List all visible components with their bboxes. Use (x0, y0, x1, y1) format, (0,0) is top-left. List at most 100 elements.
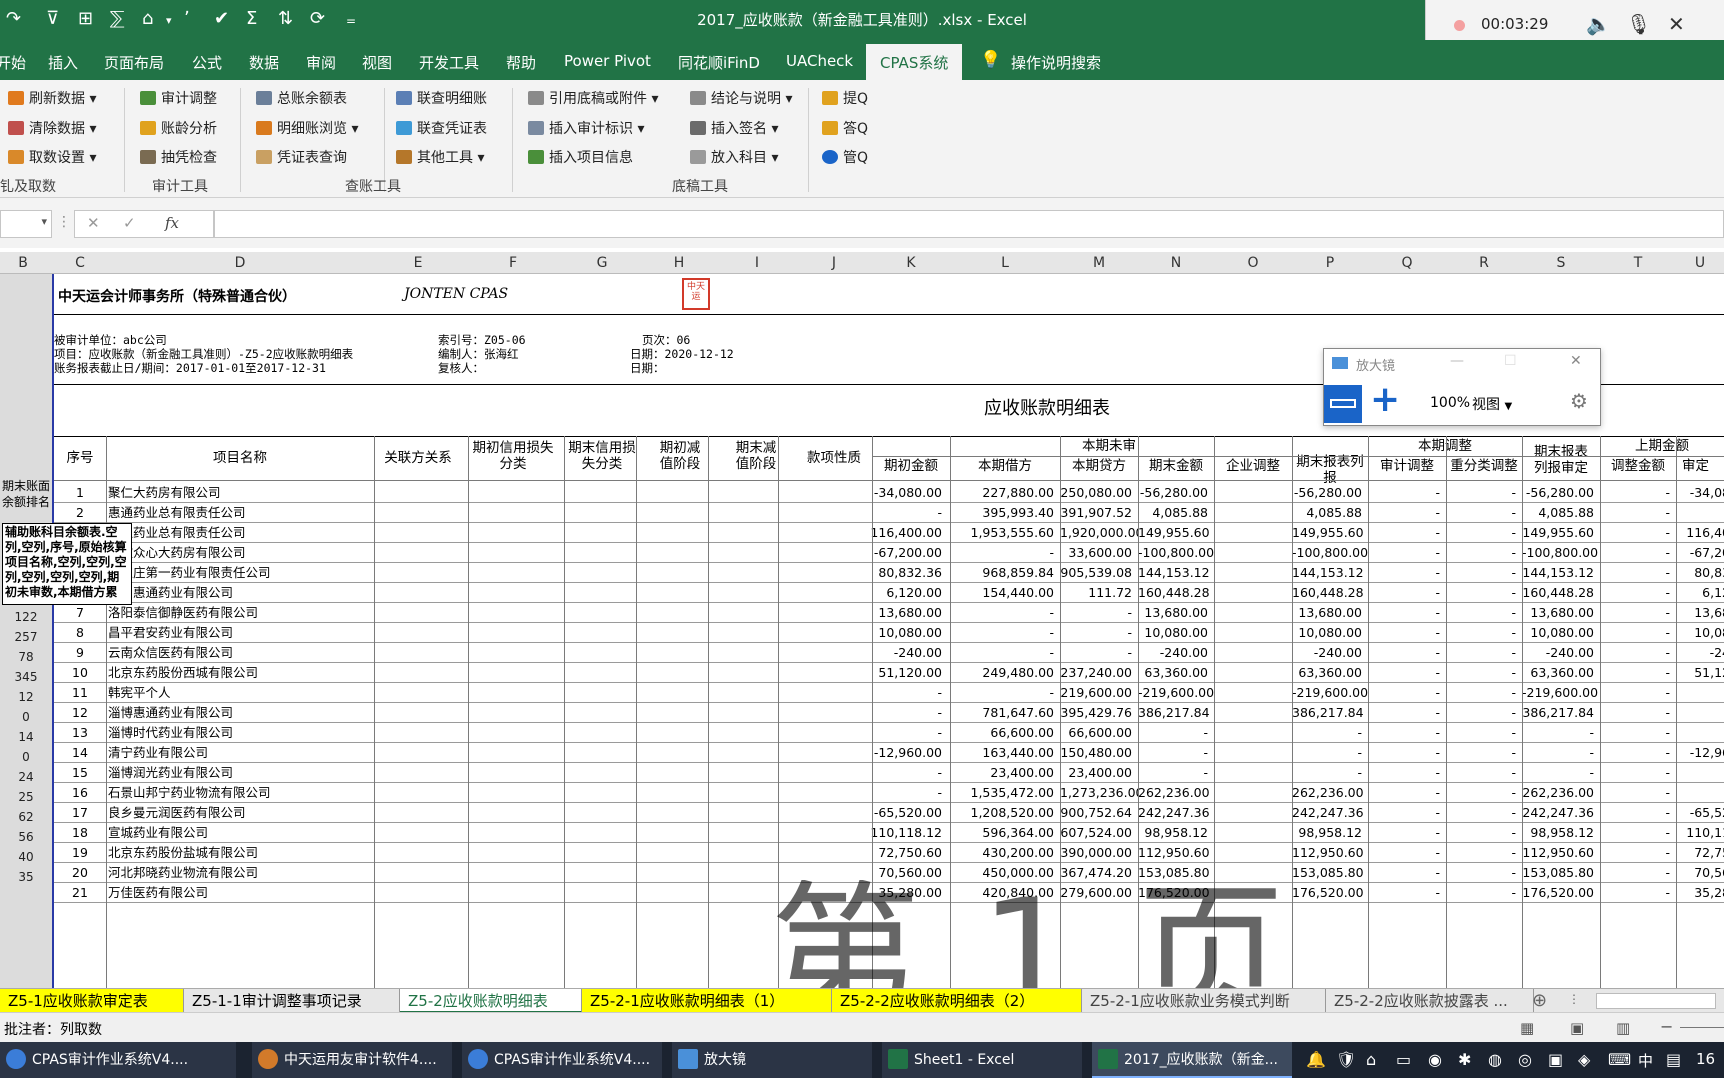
table-cell-seq[interactable]: 13 (54, 722, 106, 744)
tab-formulas[interactable]: 公式 (192, 52, 222, 73)
table-cell-padj[interactable]: - (1600, 562, 1676, 584)
chevron-down-icon[interactable]: ▾ (41, 215, 47, 228)
column-header[interactable]: S (1522, 255, 1600, 271)
table-cell-final[interactable]: -56,280.00 (1522, 482, 1600, 504)
table-cell-final[interactable]: 153,085.80 (1522, 862, 1600, 884)
table-cell-credit[interactable]: 66,600.00 (1060, 722, 1138, 744)
table-cell-recl[interactable]: - (1446, 642, 1522, 664)
table-cell-final[interactable]: -100,800.00 (1522, 542, 1600, 564)
table-cell-name[interactable]: 北京东药股份西城有限公司 (106, 662, 374, 684)
column-header[interactable]: I (718, 255, 796, 271)
table-cell-recl[interactable]: - (1446, 842, 1522, 864)
table-cell-final[interactable]: -219,600.00 (1522, 682, 1600, 704)
table-cell-name[interactable]: 石家庄第一药业有限责任公司 (106, 562, 374, 584)
table-cell-final[interactable]: - (1522, 722, 1600, 744)
table-cell-final[interactable]: - (1522, 762, 1600, 784)
tab-help[interactable]: 帮助 (506, 52, 536, 73)
table-cell-report[interactable]: -219,600.00 (1292, 682, 1368, 704)
table-cell-credit[interactable]: 390,000.00 (1060, 842, 1138, 864)
table-cell-seq[interactable]: 20 (54, 862, 106, 884)
table-cell-name[interactable]: 惠通药业总有限责任公司 (106, 502, 374, 524)
table-cell-paud[interactable]: 80,83 (1676, 562, 1724, 584)
table-cell-final[interactable]: 4,085.88 (1522, 502, 1600, 524)
table-cell-seq[interactable]: 21 (54, 882, 106, 904)
table-cell-report[interactable]: 160,448.28 (1292, 582, 1368, 604)
table-cell-name[interactable]: 洛阳泰信御静医药有限公司 (106, 602, 374, 624)
minimize-icon[interactable]: — (1450, 353, 1464, 369)
page-break-icon[interactable]: ▥ (1616, 1019, 1630, 1037)
table-cell-credit[interactable]: 237,240.00 (1060, 662, 1138, 684)
table-cell-report[interactable]: 262,236.00 (1292, 782, 1368, 804)
table-cell-end[interactable]: 262,236.00 (1138, 782, 1214, 804)
table-cell-name[interactable]: 良乡曼元润医药有限公司 (106, 802, 374, 824)
column-header[interactable]: L (950, 255, 1060, 271)
table-cell-aud[interactable]: - (1368, 742, 1446, 764)
network-icon[interactable]: ⌂ (1366, 1050, 1376, 1069)
table-cell-seq[interactable]: 8 (54, 622, 106, 644)
zoom-slider[interactable] (1680, 1027, 1724, 1028)
table-cell-debit[interactable]: 1,208,520.00 (950, 802, 1060, 824)
table-cell-name[interactable]: 韩宪平个人 (106, 682, 374, 704)
close-icon[interactable]: ✕ (1668, 12, 1685, 36)
table-cell-recl[interactable]: - (1446, 882, 1522, 904)
table-cell-aud[interactable]: - (1368, 862, 1446, 884)
table-cell-recl[interactable]: - (1446, 562, 1522, 584)
taskbar-item-cpas-1[interactable]: CPAS审计作业系统V4.... (0, 1042, 236, 1078)
table-cell-paud[interactable]: -67,20 (1676, 542, 1724, 564)
taskbar-item-yonyou[interactable]: 中天运用友审计软件4.... (252, 1042, 452, 1078)
table-cell-paud[interactable]: 13,68 (1676, 602, 1724, 624)
table-cell-padj[interactable]: - (1600, 782, 1676, 804)
microphone-icon[interactable]: 🎙 (1626, 12, 1651, 36)
table-cell-final[interactable]: 262,236.00 (1522, 782, 1600, 804)
raise-q-button[interactable]: 提Q (822, 88, 868, 108)
table-cell-recl[interactable]: - (1446, 762, 1522, 784)
table-cell-recl[interactable]: - (1446, 742, 1522, 764)
column-header[interactable]: R (1446, 255, 1522, 271)
table-cell-padj[interactable]: - (1600, 662, 1676, 684)
table-cell-name[interactable]: 石景山邦宁药业物流有限公司 (106, 782, 374, 804)
tab-page-layout[interactable]: 页面布局 (104, 52, 164, 73)
display-icon[interactable]: ▭ (1396, 1050, 1411, 1069)
table-cell-padj[interactable]: - (1600, 522, 1676, 544)
table-cell-padj[interactable]: - (1600, 642, 1676, 664)
tab-ifind[interactable]: 同花顺iFinD (678, 52, 760, 73)
table-cell-aud[interactable]: - (1368, 722, 1446, 744)
table-cell-end[interactable]: 386,217.84 (1138, 702, 1214, 724)
table-cell-final[interactable]: 13,680.00 (1522, 602, 1600, 624)
table-cell-end[interactable]: - (1138, 722, 1214, 744)
column-header[interactable]: E (374, 255, 462, 271)
column-header[interactable]: G (564, 255, 640, 271)
table-cell-final[interactable]: 160,448.28 (1522, 582, 1600, 604)
table-cell-padj[interactable]: - (1600, 502, 1676, 524)
table-cell-credit[interactable]: 111.72 (1060, 582, 1138, 604)
table-cell-aud[interactable]: - (1368, 662, 1446, 684)
table-cell-debit[interactable]: 163,440.00 (950, 742, 1060, 764)
table-cell-end[interactable]: 10,080.00 (1138, 622, 1214, 644)
table-cell-paud[interactable] (1676, 722, 1724, 744)
table-cell-recl[interactable]: - (1446, 802, 1522, 824)
table-cell-aud[interactable]: - (1368, 582, 1446, 604)
app-icon[interactable]: ▣ (1548, 1050, 1563, 1069)
table-cell-padj[interactable]: - (1600, 842, 1676, 864)
row-header[interactable]: 24 (0, 770, 52, 784)
audit-adjust-button[interactable]: 审计调整 (140, 88, 217, 108)
security-icon[interactable]: 🛡 (1336, 1050, 1356, 1069)
table-cell-paud[interactable]: -24 (1676, 642, 1724, 664)
table-cell-end[interactable]: 112,950.60 (1138, 842, 1214, 864)
table-cell-recl[interactable]: - (1446, 482, 1522, 504)
table-cell-debit[interactable]: 154,440.00 (950, 582, 1060, 604)
sheet-tab[interactable]: Z5-2-1应收账款明细表（1） (582, 989, 832, 1013)
table-cell-debit[interactable]: - (950, 602, 1060, 624)
table-cell-end[interactable]: 160,448.28 (1138, 582, 1214, 604)
table-cell-name[interactable]: 聚仁大药房有限公司 (106, 482, 374, 504)
table-cell-final[interactable]: 149,955.60 (1522, 522, 1600, 544)
table-cell-paud[interactable]: 110,11 (1676, 822, 1724, 844)
sheet-tab[interactable]: Z5-1应收账款审定表 (0, 989, 184, 1013)
table-cell-name[interactable]: 宣城药业有限公司 (106, 822, 374, 844)
table-cell-seq[interactable]: 17 (54, 802, 106, 824)
table-cell-aud[interactable]: - (1368, 542, 1446, 564)
sheet-tab[interactable]: Z5-1-1审计调整事项记录 (184, 989, 400, 1013)
table-cell-end[interactable]: 144,153.12 (1138, 562, 1214, 584)
table-cell-seq[interactable]: 10 (54, 662, 106, 684)
tab-power-pivot[interactable]: Power Pivot (564, 52, 651, 70)
